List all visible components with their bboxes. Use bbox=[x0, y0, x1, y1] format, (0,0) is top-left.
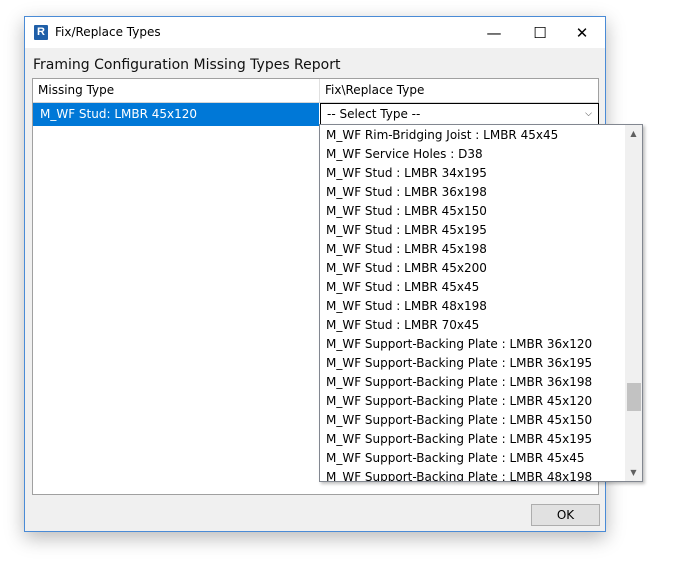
replace-type-dropdown-list[interactable]: M_WF Rim-Bridging Joist : LMBR 45x45 M_WF… bbox=[319, 124, 643, 482]
dropdown-item[interactable]: M_WF Support-Backing Plate : LMBR 36x195 bbox=[326, 354, 592, 373]
title-bar[interactable]: R Fix/Replace Types — ☐ ✕ bbox=[25, 17, 605, 48]
dropdown-item[interactable]: M_WF Stud : LMBR 45x198 bbox=[326, 240, 487, 259]
dropdown-item[interactable]: M_WF Stud : LMBR 70x45 bbox=[326, 316, 479, 335]
dropdown-item[interactable]: M_WF Service Holes : D38 bbox=[326, 145, 483, 164]
dropdown-item[interactable]: M_WF Rim-Bridging Joist : LMBR 45x45 bbox=[326, 126, 558, 145]
close-button[interactable]: ✕ bbox=[559, 17, 605, 48]
dropdown-item[interactable]: M_WF Stud : LMBR 45x150 bbox=[326, 202, 487, 221]
missing-type-cell[interactable]: M_WF Stud: LMBR 45x120 bbox=[33, 103, 319, 126]
chevron-down-icon[interactable]: ⌵ bbox=[585, 104, 592, 125]
dropdown-item[interactable]: M_WF Support-Backing Plate : LMBR 48x198 bbox=[326, 468, 592, 481]
table-row[interactable]: M_WF Stud: LMBR 45x120 -- Select Type --… bbox=[33, 103, 599, 126]
combobox-value: -- Select Type -- bbox=[327, 107, 421, 121]
dropdown-item[interactable]: M_WF Stud : LMBR 45x195 bbox=[326, 221, 487, 240]
dropdown-item[interactable]: M_WF Stud : LMBR 34x195 bbox=[326, 164, 487, 183]
ok-button[interactable]: OK bbox=[531, 504, 600, 526]
dropdown-item[interactable]: M_WF Support-Backing Plate : LMBR 36x198 bbox=[326, 373, 592, 392]
scroll-up-arrow-icon[interactable]: ▲ bbox=[625, 125, 642, 142]
dropdown-item[interactable]: M_WF Stud : LMBR 45x45 bbox=[326, 278, 479, 297]
dropdown-items: M_WF Rim-Bridging Joist : LMBR 45x45 M_WF… bbox=[320, 125, 625, 481]
dropdown-item[interactable]: M_WF Stud : LMBR 45x200 bbox=[326, 259, 487, 278]
column-header-missing-type[interactable]: Missing Type bbox=[33, 79, 320, 102]
dropdown-scrollbar[interactable]: ▲ ▼ bbox=[625, 125, 642, 481]
revit-app-icon: R bbox=[34, 25, 48, 40]
column-header-replace-type[interactable]: Fix\Replace Type bbox=[320, 79, 598, 102]
scroll-down-arrow-icon[interactable]: ▼ bbox=[625, 464, 642, 481]
replace-type-combobox[interactable]: -- Select Type -- ⌵ bbox=[320, 103, 599, 126]
dropdown-item[interactable]: M_WF Stud : LMBR 36x198 bbox=[326, 183, 487, 202]
dropdown-item[interactable]: M_WF Stud : LMBR 48x198 bbox=[326, 297, 487, 316]
dropdown-item[interactable]: M_WF Support-Backing Plate : LMBR 45x150 bbox=[326, 411, 592, 430]
scrollbar-thumb[interactable] bbox=[627, 383, 641, 411]
minimize-button[interactable]: — bbox=[471, 17, 517, 48]
dropdown-item[interactable]: M_WF Support-Backing Plate : LMBR 36x120 bbox=[326, 335, 592, 354]
dropdown-item[interactable]: M_WF Support-Backing Plate : LMBR 45x45 bbox=[326, 449, 585, 468]
grid-header: Missing Type Fix\Replace Type bbox=[33, 79, 598, 103]
dropdown-item[interactable]: M_WF Support-Backing Plate : LMBR 45x195 bbox=[326, 430, 592, 449]
maximize-button[interactable]: ☐ bbox=[517, 17, 563, 48]
dropdown-item[interactable]: M_WF Support-Backing Plate : LMBR 45x120 bbox=[326, 392, 592, 411]
window-title: Fix/Replace Types bbox=[55, 25, 161, 39]
report-heading: Framing Configuration Missing Types Repo… bbox=[33, 57, 341, 73]
